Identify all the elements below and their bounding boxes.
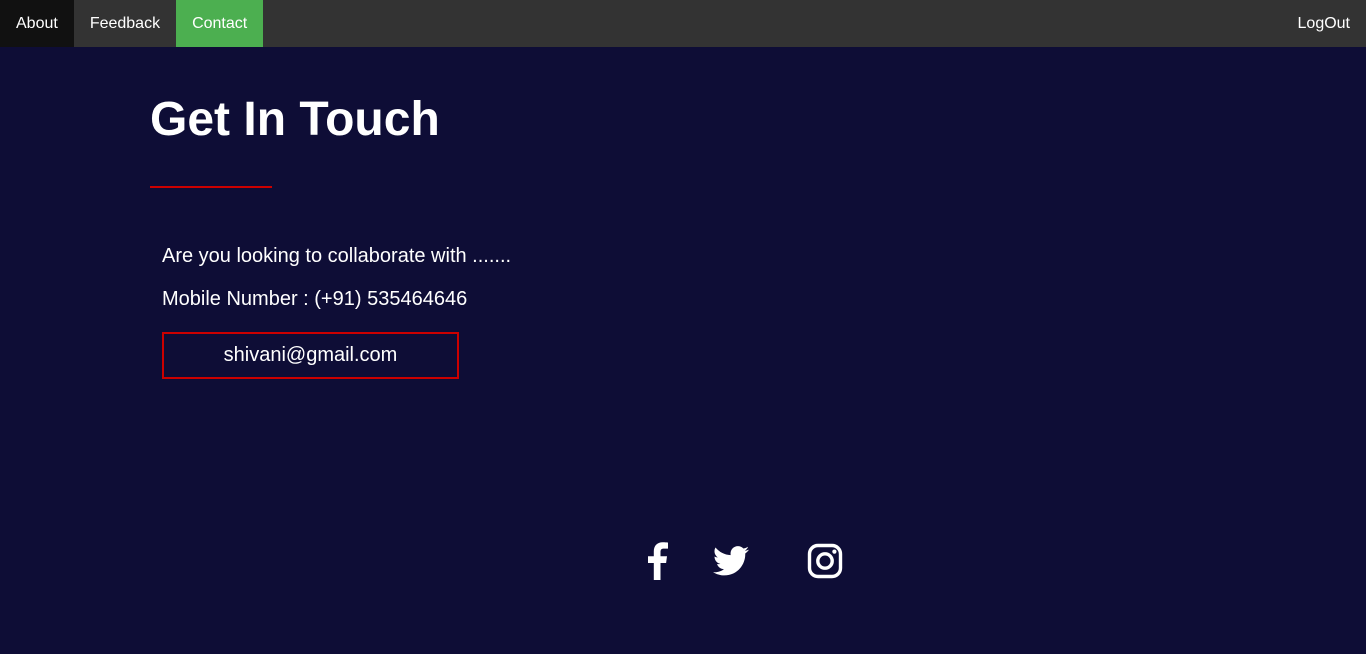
nav-contact[interactable]: Contact: [176, 0, 264, 47]
twitter-link[interactable]: [684, 538, 778, 584]
nav-feedback[interactable]: Feedback: [74, 0, 176, 47]
instagram-link[interactable]: [778, 538, 872, 584]
instagram-icon: [807, 543, 843, 579]
social-links: [630, 538, 872, 584]
page-title: Get In Touch: [150, 93, 440, 146]
title-underline: [150, 186, 272, 188]
nav-about[interactable]: About: [0, 0, 74, 47]
top-navbar: About Feedback Contact LogOut: [0, 0, 1366, 47]
facebook-icon: [648, 542, 668, 580]
logout-link[interactable]: LogOut: [1282, 0, 1366, 47]
facebook-link[interactable]: [630, 538, 684, 584]
intro-text: Are you looking to collaborate with ....…: [162, 245, 512, 267]
mobile-number: Mobile Number : (+91) 535464646: [162, 288, 468, 310]
twitter-icon: [713, 546, 749, 576]
email-button[interactable]: shivani@gmail.com: [162, 332, 459, 379]
